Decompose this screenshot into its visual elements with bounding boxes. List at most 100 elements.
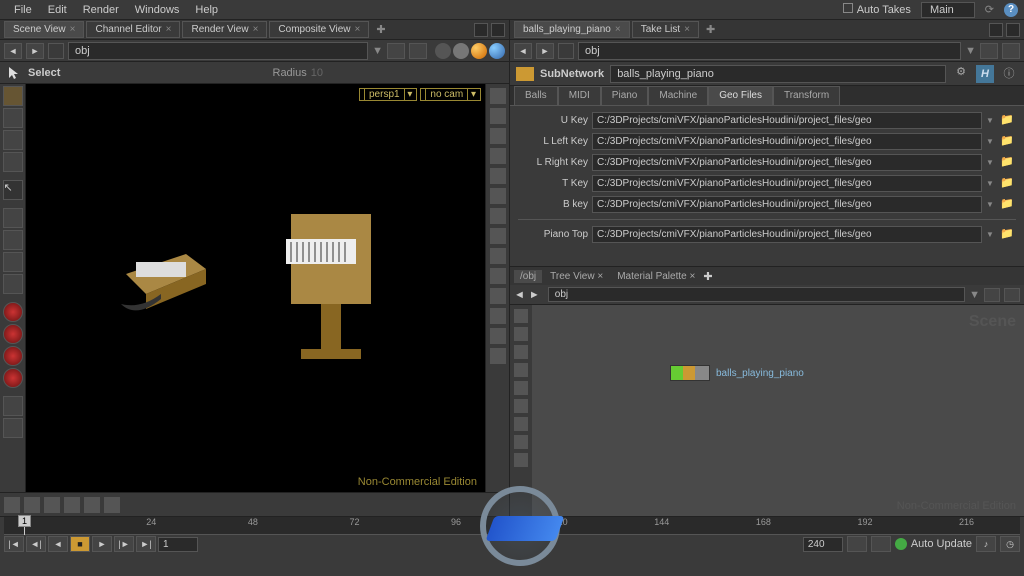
file-path-field[interactable]: C:/3DProjects/cmiVFX/pianoParticlesHoudi… [592, 154, 982, 171]
next-key-button[interactable]: |► [114, 536, 134, 552]
ptab-midi[interactable]: MIDI [558, 86, 601, 105]
path-field[interactable]: obj [68, 42, 368, 60]
tool-scale[interactable] [3, 252, 23, 272]
file-browse-button[interactable]: 📁 [1000, 113, 1016, 129]
display-opt-icon[interactable] [490, 268, 506, 284]
first-frame-button[interactable]: |◄ [4, 536, 24, 552]
chevron-down-icon[interactable]: ▼ [986, 137, 996, 146]
nw-tool-icon[interactable] [514, 381, 528, 395]
display-opt-icon[interactable] [490, 208, 506, 224]
file-path-field[interactable]: C:/3DProjects/cmiVFX/pianoParticlesHoudi… [592, 175, 982, 192]
key-button[interactable] [871, 536, 891, 552]
timeline-ruler[interactable]: 1 24487296120144168192216 [4, 517, 1020, 535]
ptab-geo-files[interactable]: Geo Files [708, 86, 773, 105]
jump-button[interactable] [1004, 288, 1020, 302]
shading-flat-icon[interactable] [453, 43, 469, 59]
close-icon[interactable]: × [166, 24, 172, 35]
add-tab-button[interactable]: ✚ [703, 270, 712, 283]
file-path-field[interactable]: C:/3DProjects/cmiVFX/pianoParticlesHoudi… [592, 196, 982, 213]
tab-take-list[interactable]: Take List× [632, 21, 699, 38]
tab-channel-editor[interactable]: Channel Editor× [86, 21, 180, 38]
tool-misc1[interactable] [3, 396, 23, 416]
prev-key-button[interactable]: ◄| [26, 536, 46, 552]
ptab-piano[interactable]: Piano [601, 86, 649, 105]
tool-transform[interactable] [3, 274, 23, 294]
nav-fwd-button[interactable]: ► [536, 43, 554, 59]
nav-back-button[interactable]: ◄ [514, 43, 532, 59]
file-path-field[interactable]: C:/3DProjects/cmiVFX/pianoParticlesHoudi… [592, 133, 982, 150]
snap-icon[interactable] [104, 497, 120, 513]
nav-back-button[interactable]: ◄ [514, 289, 525, 301]
ref-camera-badge[interactable]: no cam ▾ [420, 88, 481, 101]
menu-windows[interactable]: Windows [127, 4, 188, 16]
tool-brush[interactable] [3, 130, 23, 150]
nw-tool-icon[interactable] [514, 363, 528, 377]
gear-icon[interactable]: ⚙ [952, 65, 970, 83]
shading-wire-icon[interactable] [435, 43, 451, 59]
nw-tool-icon[interactable] [514, 453, 528, 467]
snap-icon[interactable] [4, 497, 20, 513]
nw-tool-icon[interactable] [514, 435, 528, 449]
node-name-field[interactable]: balls_playing_piano [610, 65, 946, 83]
viewport-3d[interactable]: persp1 ▾ no cam ▾ [26, 84, 485, 492]
close-icon[interactable]: × [70, 24, 76, 35]
path-dropdown-icon[interactable]: ▼ [372, 45, 383, 57]
auto-update-label[interactable]: Auto Update [911, 538, 972, 550]
display-opt-icon[interactable] [490, 328, 506, 344]
jump-button[interactable] [1002, 43, 1020, 59]
close-icon[interactable]: × [253, 24, 259, 35]
file-path-field[interactable]: C:/3DProjects/cmiVFX/pianoParticlesHoudi… [592, 226, 982, 243]
path-dropdown-icon[interactable]: ▼ [969, 289, 980, 301]
nwtab-obj[interactable]: /obj [514, 270, 542, 283]
network-node[interactable]: balls_playing_piano [670, 365, 804, 381]
tab-render-view[interactable]: Render View× [182, 21, 267, 38]
flag-button[interactable] [980, 43, 998, 59]
file-browse-button[interactable]: 📁 [1000, 134, 1016, 150]
shading-lit-icon[interactable] [489, 43, 505, 59]
snap-icon[interactable] [84, 497, 100, 513]
pane-menu-icon[interactable] [1006, 23, 1020, 37]
display-opt-icon[interactable] [490, 148, 506, 164]
radius-value[interactable]: 10 [311, 67, 323, 79]
menu-file[interactable]: File [6, 4, 40, 16]
display-opt-icon[interactable] [490, 108, 506, 124]
tab-composite-view[interactable]: Composite View× [269, 21, 369, 38]
tool-select[interactable] [3, 86, 23, 106]
display-opt-icon[interactable] [490, 88, 506, 104]
file-browse-button[interactable]: 📁 [1000, 227, 1016, 243]
nwtab-material[interactable]: Material Palette × [611, 270, 701, 283]
chevron-down-icon[interactable]: ▼ [986, 179, 996, 188]
tool-magnet1[interactable] [3, 302, 23, 322]
close-icon[interactable]: × [354, 24, 360, 35]
add-tab-button[interactable]: ✚ [701, 23, 720, 36]
pane-menu-icon[interactable] [491, 23, 505, 37]
pin-icon[interactable] [558, 43, 574, 59]
shading-smooth-icon[interactable] [471, 43, 487, 59]
ptab-transform[interactable]: Transform [773, 86, 840, 105]
chevron-down-icon[interactable]: ▼ [986, 230, 996, 239]
tool-arrow[interactable]: ↖ [3, 180, 23, 200]
stop-button[interactable]: ■ [70, 536, 90, 552]
nw-tool-icon[interactable] [514, 345, 528, 359]
clock-icon[interactable]: ◷ [1000, 536, 1020, 552]
menu-help[interactable]: Help [187, 4, 226, 16]
display-opt-icon[interactable] [490, 188, 506, 204]
playhead[interactable]: 1 [24, 515, 25, 535]
flag-button[interactable] [984, 288, 1000, 302]
menu-render[interactable]: Render [75, 4, 127, 16]
camera-badge[interactable]: persp1 ▾ [359, 88, 417, 101]
display-opt-icon[interactable] [490, 228, 506, 244]
chevron-down-icon[interactable]: ▼ [986, 116, 996, 125]
nav-back-button[interactable]: ◄ [4, 43, 22, 59]
nw-tool-icon[interactable] [514, 417, 528, 431]
frame-end-field[interactable]: 240 [803, 537, 843, 552]
file-path-field[interactable]: C:/3DProjects/cmiVFX/pianoParticlesHoudi… [592, 112, 982, 129]
chevron-down-icon[interactable]: ▼ [986, 158, 996, 167]
tool-magnet3[interactable] [3, 346, 23, 366]
file-browse-button[interactable]: 📁 [1000, 155, 1016, 171]
frame-start-field[interactable]: 1 [158, 537, 198, 552]
tool-move[interactable] [3, 208, 23, 228]
add-tab-button[interactable]: ✚ [371, 23, 390, 36]
tool-view[interactable] [3, 152, 23, 172]
network-canvas[interactable]: Scene balls_playing_piano Non-Commercial… [510, 305, 1024, 516]
